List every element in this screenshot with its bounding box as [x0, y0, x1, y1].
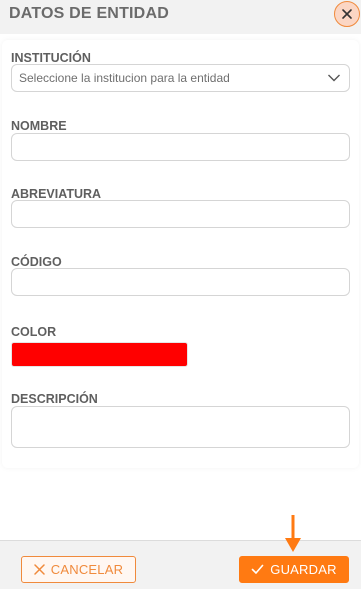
cancel-button-label: CANCELAR	[50, 562, 124, 577]
color-picker[interactable]	[11, 342, 188, 367]
institucion-label: INSTITUCIÓN	[11, 51, 91, 65]
descripcion-textarea[interactable]	[11, 406, 350, 448]
color-label: COLOR	[11, 325, 57, 339]
nombre-input[interactable]	[11, 133, 350, 161]
cancel-button[interactable]: CANCELAR	[21, 556, 136, 583]
close-button[interactable]	[334, 1, 360, 27]
dialog-header: DATOS DE ENTIDAD	[0, 0, 361, 34]
content-spacer	[0, 475, 361, 540]
abreviatura-input[interactable]	[11, 200, 350, 228]
save-button[interactable]: GUARDAR	[239, 556, 349, 583]
chevron-down-icon	[328, 74, 340, 82]
codigo-input[interactable]	[11, 268, 350, 296]
codigo-label: CÓDIGO	[11, 255, 62, 269]
institucion-select[interactable]: Seleccione la institucion para la entida…	[11, 64, 350, 92]
arrow-down-icon	[285, 515, 301, 552]
save-button-label: GUARDAR	[270, 562, 337, 577]
descripcion-label: DESCRIPCIÓN	[11, 392, 98, 406]
abreviatura-label: ABREVIATURA	[11, 187, 102, 201]
check-icon	[251, 564, 264, 574]
close-icon	[342, 9, 352, 19]
close-icon	[34, 564, 45, 575]
nombre-label: NOMBRE	[11, 119, 67, 133]
dialog-title: DATOS DE ENTIDAD	[9, 5, 169, 22]
institucion-select-placeholder: Seleccione la institucion para la entida…	[19, 71, 230, 85]
